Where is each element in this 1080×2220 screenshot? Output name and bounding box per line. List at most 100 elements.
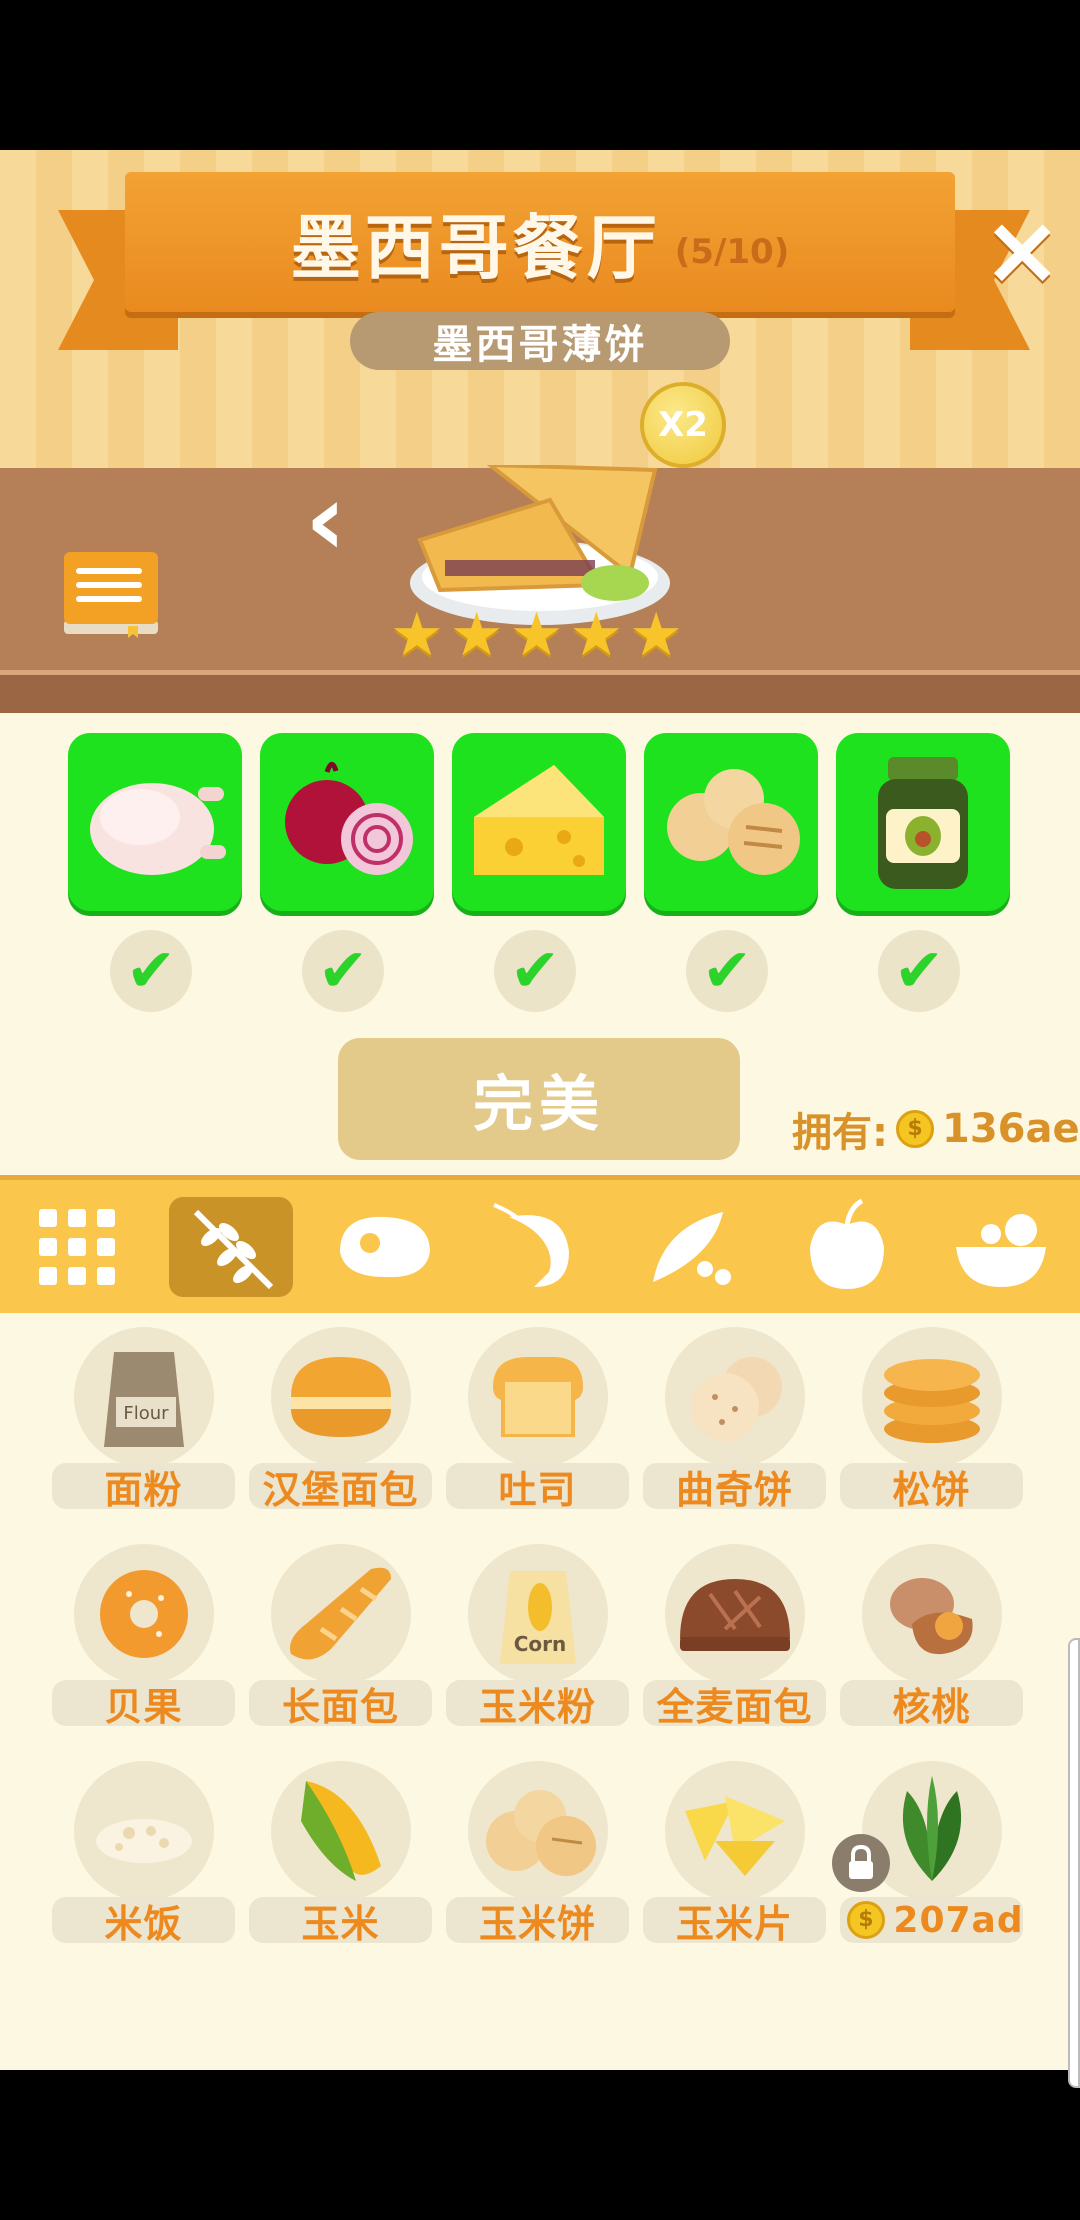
cheese-icon [474, 765, 604, 875]
grain-icon [193, 1209, 274, 1289]
peas-icon [653, 1211, 731, 1285]
title-ribbon: 墨西哥餐厅 (5/10) [125, 172, 955, 312]
dish-name: 墨西哥薄饼 [350, 312, 730, 370]
item-nachos[interactable]: 玉米片 [643, 1759, 826, 1954]
item-label: 全麦面包 [643, 1680, 826, 1729]
check-icon: ✔ [686, 930, 768, 1012]
tab-meat[interactable] [308, 1178, 462, 1316]
item-burger-bun[interactable]: 汉堡面包 [249, 1325, 432, 1520]
item-label: 玉米 [249, 1897, 432, 1946]
grid-icon [39, 1208, 115, 1285]
item-cookies[interactable]: 曲奇饼 [643, 1325, 826, 1520]
dish-rating: ★ ★ ★ ★ ★ [390, 605, 683, 665]
scrollbar[interactable] [1068, 1638, 1080, 2088]
corn-icon [301, 1781, 381, 1881]
tab-grains[interactable] [154, 1178, 308, 1316]
item-baguette[interactable]: 长面包 [249, 1542, 432, 1737]
item-tortilla[interactable]: 玉米饼 [446, 1759, 629, 1954]
flour-bag-icon: Flour [104, 1352, 184, 1447]
item-label: 玉米片 [643, 1897, 826, 1946]
corn-text: Corn [514, 1632, 567, 1656]
star-icon: ★ [390, 600, 444, 670]
chicken-icon [90, 783, 226, 875]
item-label: 米饭 [52, 1897, 235, 1946]
bagel-icon [100, 1570, 188, 1658]
item-label: 汉堡面包 [249, 1463, 432, 1512]
owned-coins: 拥有: $ 136ae [792, 1100, 1080, 1158]
burger-bun-icon [291, 1357, 391, 1437]
nachos-icon [685, 1796, 785, 1876]
check-icon: ✔ [878, 930, 960, 1012]
tortilla-icon [486, 1790, 596, 1876]
required-ingredients [68, 733, 1010, 911]
item-wholewheat-bread[interactable]: 全麦面包 [643, 1542, 826, 1737]
lock-icon [832, 1834, 890, 1892]
item-bagel[interactable]: 贝果 [52, 1542, 235, 1737]
coin-icon: $ [847, 1901, 886, 1939]
item-walnut[interactable]: 核桃 [840, 1542, 1023, 1737]
item-corn[interactable]: 玉米 [249, 1759, 432, 1954]
tab-fruits[interactable] [770, 1178, 924, 1316]
item-price-label: $ 207ad [840, 1897, 1023, 1943]
item-leaf-locked[interactable]: $ 207ad [832, 1759, 1023, 1954]
corn-flour-icon: Corn [500, 1571, 576, 1664]
owned-label: 拥有: [792, 1110, 888, 1156]
game-screen: 墨西哥餐厅 (5/10) × 墨西哥薄饼 X2 ‹ ★ ★ ★ ★ ★ ✔ ✔ … [0, 0, 1080, 2220]
item-label: 玉米粉 [446, 1680, 629, 1729]
salad-icon [956, 1213, 1046, 1287]
tab-salads[interactable] [924, 1178, 1078, 1316]
tab-all[interactable] [0, 1178, 154, 1316]
toast-icon [493, 1357, 583, 1437]
pancakes-icon [884, 1359, 980, 1443]
recipe-book-icon[interactable] [62, 548, 162, 638]
perfect-button[interactable]: 完美 [338, 1038, 740, 1160]
chevron-left-icon: ‹ [305, 461, 347, 578]
star-icon: ★ [449, 600, 504, 670]
close-icon: × [982, 194, 1063, 306]
multiplier-badge: X2 [640, 382, 726, 468]
ingredient-checks: ✔ ✔ ✔ ✔ ✔ [110, 930, 960, 1012]
shrimp-icon [493, 1202, 569, 1287]
item-flour[interactable]: Flour 面粉 [52, 1325, 235, 1520]
meat-icon [340, 1216, 430, 1277]
star-icon: ★ [569, 600, 624, 670]
ingredient-slot-onion[interactable] [260, 733, 434, 911]
item-pancakes[interactable]: 松饼 [840, 1325, 1023, 1520]
ingredient-slot-tortilla[interactable] [644, 733, 818, 911]
previous-dish-button[interactable]: ‹ [305, 470, 375, 570]
item-label: 贝果 [52, 1680, 235, 1729]
rice-icon [96, 1819, 192, 1863]
tortilla-icon [667, 769, 800, 875]
onion-icon [285, 761, 413, 875]
category-tabs [0, 1175, 1080, 1313]
check-icon: ✔ [494, 930, 576, 1012]
walnut-icon [890, 1578, 973, 1655]
tab-seafood[interactable] [462, 1178, 616, 1316]
coin-icon: $ [896, 1110, 934, 1148]
item-label: 曲奇饼 [643, 1463, 826, 1512]
close-button[interactable]: × [982, 202, 1062, 298]
item-price: 207ad [893, 1899, 1024, 1941]
baguette-icon [290, 1567, 391, 1660]
item-label: 核桃 [840, 1680, 1023, 1729]
ingredient-slot-avocado-jar[interactable] [836, 733, 1010, 911]
tab-vegetables[interactable] [616, 1178, 770, 1316]
item-label: 吐司 [446, 1463, 629, 1512]
apple-icon [810, 1198, 884, 1289]
star-icon: ★ [509, 600, 564, 670]
item-corn-flour[interactable]: Corn 玉米粉 [446, 1542, 629, 1737]
owned-amount: 136ae [942, 1106, 1080, 1152]
ingredient-slot-cheese[interactable] [452, 733, 626, 911]
item-rice[interactable]: 米饭 [52, 1759, 235, 1954]
check-icon: ✔ [110, 930, 192, 1012]
item-label: 玉米饼 [446, 1897, 629, 1946]
item-toast[interactable]: 吐司 [446, 1325, 629, 1520]
ingredient-slot-chicken[interactable] [68, 733, 242, 911]
ingredient-grid: Flour 面粉 汉堡面包 吐司 曲奇饼 松饼 贝果 长面包 Corn 玉米粉 … [52, 1325, 1023, 1954]
star-icon: ★ [629, 600, 683, 670]
check-icon: ✔ [302, 930, 384, 1012]
cookies-icon [691, 1357, 782, 1441]
flour-text: Flour [123, 1403, 169, 1424]
leaf-icon [902, 1776, 962, 1881]
item-label: 面粉 [52, 1463, 235, 1512]
